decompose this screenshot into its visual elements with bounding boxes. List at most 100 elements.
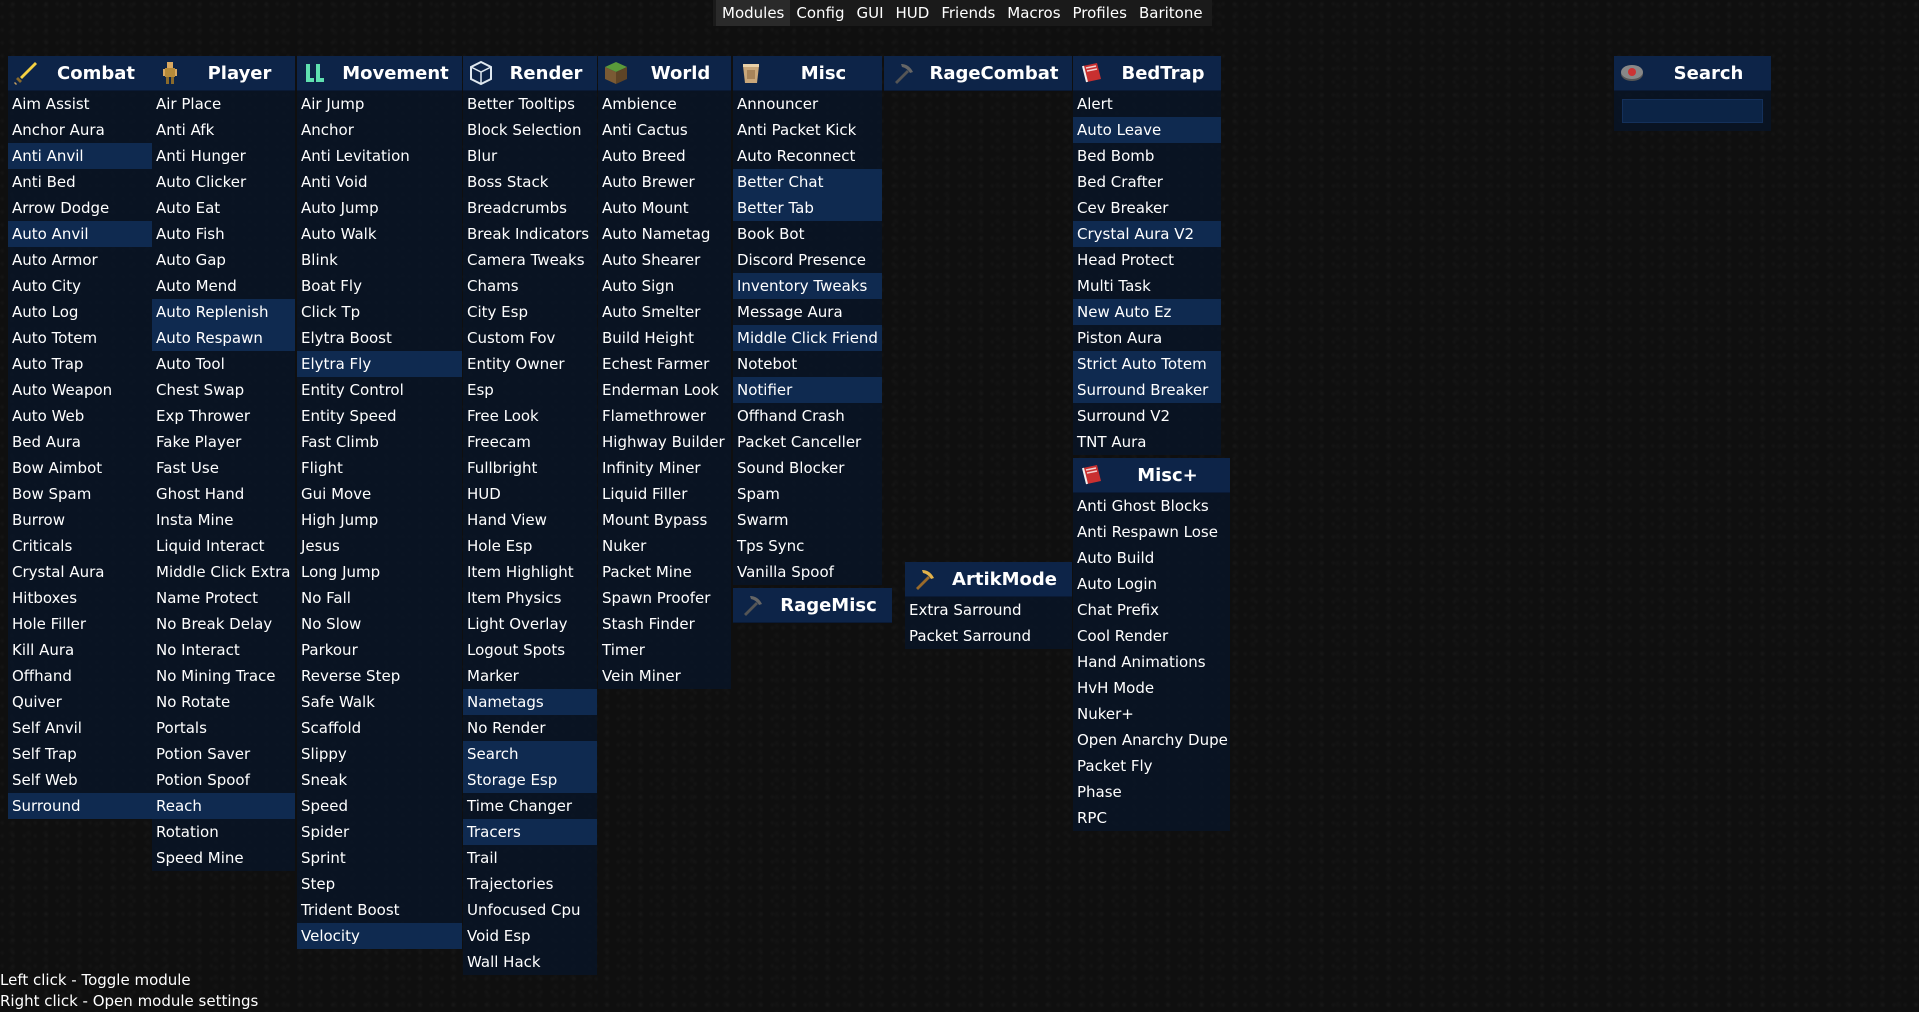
module-no-break-delay[interactable]: No Break Delay xyxy=(152,611,295,637)
module-trajectories[interactable]: Trajectories xyxy=(463,871,597,897)
tab-friends[interactable]: Friends xyxy=(935,0,1001,26)
panel-header-ragemisc[interactable]: RageMisc xyxy=(733,588,892,623)
panel-header-bedtrap[interactable]: BedTrap xyxy=(1073,56,1221,91)
module-spam[interactable]: Spam xyxy=(733,481,882,507)
module-speed-mine[interactable]: Speed Mine xyxy=(152,845,295,871)
module-multi-task[interactable]: Multi Task xyxy=(1073,273,1221,299)
module-anti-afk[interactable]: Anti Afk xyxy=(152,117,295,143)
module-storage-esp[interactable]: Storage Esp xyxy=(463,767,597,793)
module-spawn-proofer[interactable]: Spawn Proofer xyxy=(598,585,731,611)
module-no-slow[interactable]: No Slow xyxy=(297,611,462,637)
module-auto-armor[interactable]: Auto Armor xyxy=(8,247,152,273)
module-entity-owner[interactable]: Entity Owner xyxy=(463,351,597,377)
module-middle-click-extra[interactable]: Middle Click Extra xyxy=(152,559,295,585)
panel-header-misc[interactable]: Misc xyxy=(733,56,882,91)
module-tps-sync[interactable]: Tps Sync xyxy=(733,533,882,559)
module-gui-move[interactable]: Gui Move xyxy=(297,481,462,507)
module-blur[interactable]: Blur xyxy=(463,143,597,169)
module-high-jump[interactable]: High Jump xyxy=(297,507,462,533)
tab-modules[interactable]: Modules xyxy=(716,0,791,26)
module-speed[interactable]: Speed xyxy=(297,793,462,819)
module-safe-walk[interactable]: Safe Walk xyxy=(297,689,462,715)
module-reverse-step[interactable]: Reverse Step xyxy=(297,663,462,689)
tab-macros[interactable]: Macros xyxy=(1001,0,1066,26)
module-hole-filler[interactable]: Hole Filler xyxy=(8,611,152,637)
module-auto-mend[interactable]: Auto Mend xyxy=(152,273,295,299)
module-breadcrumbs[interactable]: Breadcrumbs xyxy=(463,195,597,221)
module-logout-spots[interactable]: Logout Spots xyxy=(463,637,597,663)
module-piston-aura[interactable]: Piston Aura xyxy=(1073,325,1221,351)
module-no-rotate[interactable]: No Rotate xyxy=(152,689,295,715)
module-esp[interactable]: Esp xyxy=(463,377,597,403)
module-no-mining-trace[interactable]: No Mining Trace xyxy=(152,663,295,689)
module-kill-aura[interactable]: Kill Aura xyxy=(8,637,152,663)
module-parkour[interactable]: Parkour xyxy=(297,637,462,663)
module-anti-void[interactable]: Anti Void xyxy=(297,169,462,195)
module-potion-saver[interactable]: Potion Saver xyxy=(152,741,295,767)
module-chams[interactable]: Chams xyxy=(463,273,597,299)
module-custom-fov[interactable]: Custom Fov xyxy=(463,325,597,351)
panel-header-world[interactable]: World xyxy=(598,56,731,91)
module-ghost-hand[interactable]: Ghost Hand xyxy=(152,481,295,507)
module-hole-esp[interactable]: Hole Esp xyxy=(463,533,597,559)
module-scaffold[interactable]: Scaffold xyxy=(297,715,462,741)
module-auto-brewer[interactable]: Auto Brewer xyxy=(598,169,731,195)
module-chest-swap[interactable]: Chest Swap xyxy=(152,377,295,403)
module-bow-aimbot[interactable]: Bow Aimbot xyxy=(8,455,152,481)
module-quiver[interactable]: Quiver xyxy=(8,689,152,715)
module-auto-mount[interactable]: Auto Mount xyxy=(598,195,731,221)
module-auto-build[interactable]: Auto Build xyxy=(1073,545,1230,571)
module-packet-mine[interactable]: Packet Mine xyxy=(598,559,731,585)
module-no-fall[interactable]: No Fall xyxy=(297,585,462,611)
panel-header-ragecombat[interactable]: RageCombat xyxy=(884,56,1072,91)
module-auto-web[interactable]: Auto Web xyxy=(8,403,152,429)
module-marker[interactable]: Marker xyxy=(463,663,597,689)
module-new-auto-ez[interactable]: New Auto Ez xyxy=(1073,299,1221,325)
module-free-look[interactable]: Free Look xyxy=(463,403,597,429)
module-wall-hack[interactable]: Wall Hack xyxy=(463,949,597,975)
module-nuker-plus[interactable]: Nuker+ xyxy=(1073,701,1230,727)
module-nuker[interactable]: Nuker xyxy=(598,533,731,559)
module-surround-breaker[interactable]: Surround Breaker xyxy=(1073,377,1221,403)
module-extra-sarround[interactable]: Extra Sarround xyxy=(905,597,1072,623)
module-entity-speed[interactable]: Entity Speed xyxy=(297,403,462,429)
module-liquid-filler[interactable]: Liquid Filler xyxy=(598,481,731,507)
module-packet-fly[interactable]: Packet Fly xyxy=(1073,753,1230,779)
module-slippy[interactable]: Slippy xyxy=(297,741,462,767)
module-bed-bomb[interactable]: Bed Bomb xyxy=(1073,143,1221,169)
module-blink[interactable]: Blink xyxy=(297,247,462,273)
module-rotation[interactable]: Rotation xyxy=(152,819,295,845)
module-fullbright[interactable]: Fullbright xyxy=(463,455,597,481)
module-jesus[interactable]: Jesus xyxy=(297,533,462,559)
module-auto-shearer[interactable]: Auto Shearer xyxy=(598,247,731,273)
module-air-jump[interactable]: Air Jump xyxy=(297,91,462,117)
module-echest-farmer[interactable]: Echest Farmer xyxy=(598,351,731,377)
module-no-interact[interactable]: No Interact xyxy=(152,637,295,663)
module-anchor-aura[interactable]: Anchor Aura xyxy=(8,117,152,143)
module-surround-v2[interactable]: Surround V2 xyxy=(1073,403,1221,429)
module-boss-stack[interactable]: Boss Stack xyxy=(463,169,597,195)
module-nametags[interactable]: Nametags xyxy=(463,689,597,715)
module-auto-nametag[interactable]: Auto Nametag xyxy=(598,221,731,247)
module-packet-canceller[interactable]: Packet Canceller xyxy=(733,429,882,455)
module-auto-totem[interactable]: Auto Totem xyxy=(8,325,152,351)
module-anti-packet-kick[interactable]: Anti Packet Kick xyxy=(733,117,882,143)
panel-header-search[interactable]: Search xyxy=(1614,56,1771,91)
module-vanilla-spoof[interactable]: Vanilla Spoof xyxy=(733,559,882,585)
module-auto-breed[interactable]: Auto Breed xyxy=(598,143,731,169)
module-insta-mine[interactable]: Insta Mine xyxy=(152,507,295,533)
module-cool-render[interactable]: Cool Render xyxy=(1073,623,1230,649)
module-anti-ghost-blocks[interactable]: Anti Ghost Blocks xyxy=(1073,493,1230,519)
module-item-highlight[interactable]: Item Highlight xyxy=(463,559,597,585)
module-light-overlay[interactable]: Light Overlay xyxy=(463,611,597,637)
module-anti-bed[interactable]: Anti Bed xyxy=(8,169,152,195)
tab-gui[interactable]: GUI xyxy=(851,0,890,26)
module-self-web[interactable]: Self Web xyxy=(8,767,152,793)
module-click-tp[interactable]: Click Tp xyxy=(297,299,462,325)
module-portals[interactable]: Portals xyxy=(152,715,295,741)
module-tnt-aura[interactable]: TNT Aura xyxy=(1073,429,1221,455)
module-fast-use[interactable]: Fast Use xyxy=(152,455,295,481)
module-timer[interactable]: Timer xyxy=(598,637,731,663)
module-block-selection[interactable]: Block Selection xyxy=(463,117,597,143)
module-hand-animations[interactable]: Hand Animations xyxy=(1073,649,1230,675)
